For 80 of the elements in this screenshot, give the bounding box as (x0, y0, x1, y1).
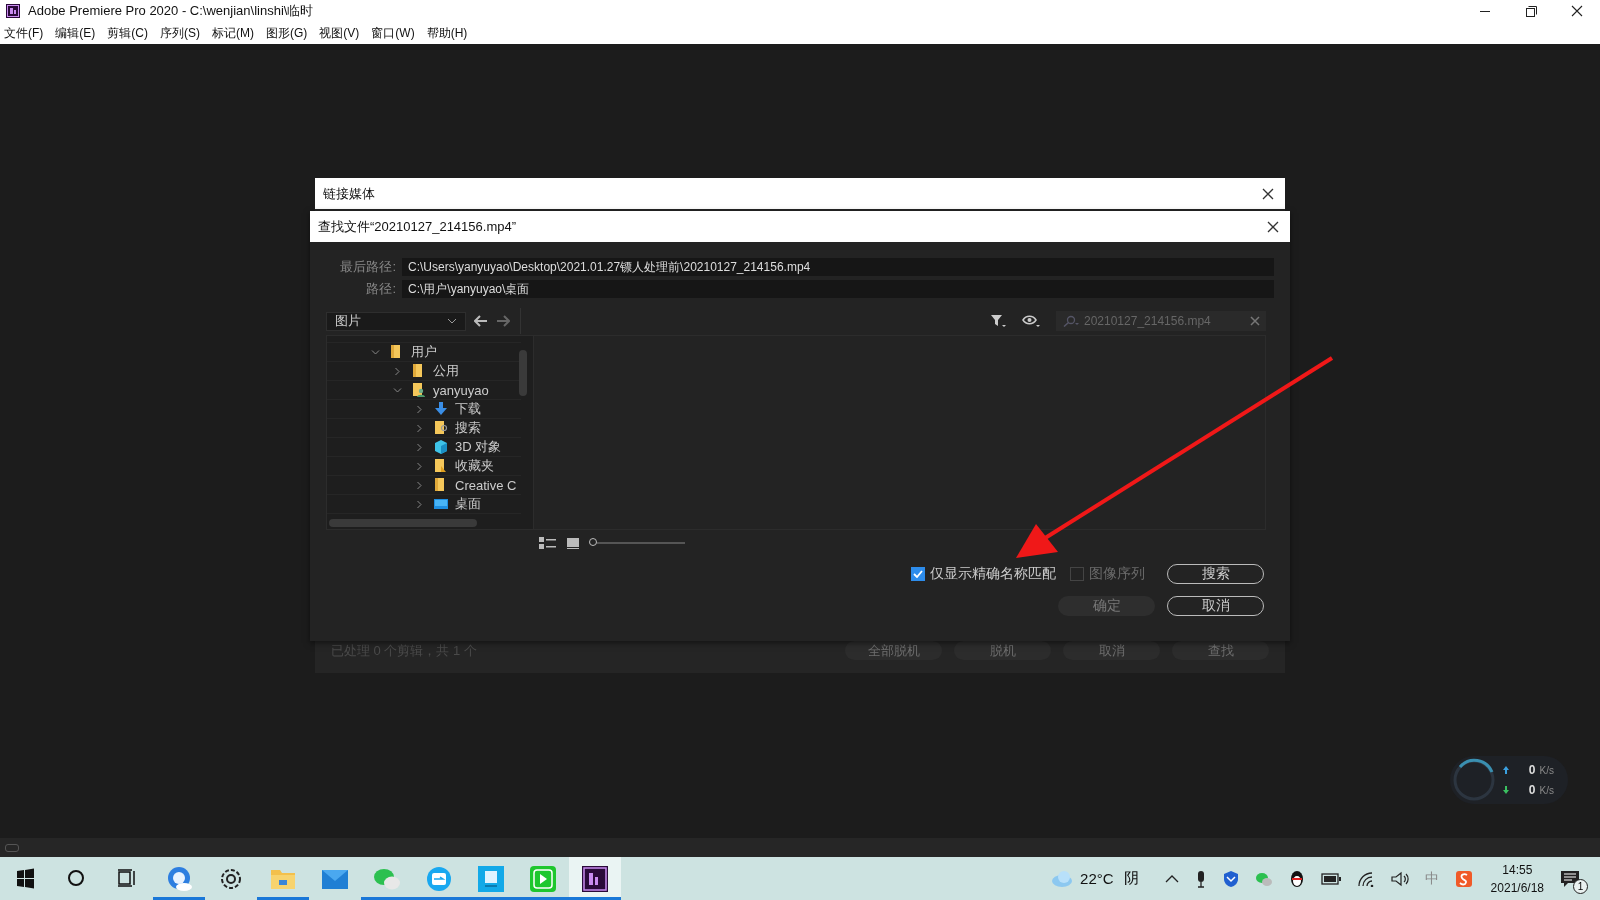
chevron-down-icon (447, 318, 457, 324)
clear-icon[interactable] (1250, 316, 1260, 326)
wifi-icon[interactable] (1356, 870, 1375, 887)
menu-item[interactable]: 视图(V) (319, 24, 360, 42)
weather-text[interactable]: 阴 (1123, 869, 1139, 888)
field-label: 最后路径: (339, 258, 397, 276)
checkbox[interactable] (911, 567, 925, 581)
chevron-right-icon[interactable] (415, 499, 424, 509)
chevron-right-icon[interactable] (415, 423, 424, 433)
notepad-icon (476, 863, 506, 894)
menu-item[interactable]: 标记(M) (212, 24, 254, 42)
temperature-text[interactable]: 22°C (1080, 870, 1114, 887)
penguin-icon[interactable] (1288, 869, 1305, 888)
path-field[interactable]: C:\用户\yanyuyao\桌面 (402, 280, 1274, 298)
clock[interactable]: 14:55 2021/6/18 (1490, 862, 1544, 895)
tree-item[interactable]: 桌面 (327, 495, 521, 514)
cube-icon (433, 439, 449, 455)
search-field[interactable]: 20210127_214156.mp4 (1056, 311, 1266, 331)
window-title: Adobe Premiere Pro 2020 - C:\wenjian\linshi\临时 (28, 2, 314, 20)
tree-item[interactable]: 3D 对象 (327, 438, 521, 457)
thumbnail-view-icon[interactable] (567, 536, 579, 549)
up-arrow-icon (1502, 765, 1510, 775)
chevron-up-icon[interactable] (1164, 873, 1179, 884)
speed-unit: K/s (1539, 764, 1554, 776)
back-arrow-icon[interactable] (474, 315, 488, 327)
notification-icon[interactable] (1560, 869, 1580, 888)
monitor-icon (433, 496, 449, 512)
close-icon[interactable] (1266, 219, 1280, 234)
checkmark-icon (913, 570, 923, 578)
video-player-icon (528, 863, 558, 894)
checkbox-label: 图像序列 (1089, 565, 1145, 583)
taskbar-button[interactable] (569, 857, 621, 900)
shield-icon[interactable] (1222, 869, 1239, 888)
down-arrow-icon (433, 401, 449, 417)
menu-item[interactable]: 帮助(H) (426, 24, 468, 42)
menu-item[interactable]: 序列(S) (160, 24, 200, 42)
dialog-title: 查找文件“20210127_214156.mp4” (318, 217, 516, 236)
tree-item[interactable]: 用户 (327, 343, 521, 362)
menu-item[interactable]: 剪辑(C) (107, 24, 148, 42)
battery-icon[interactable] (1320, 872, 1341, 885)
speed-unit: K/s (1539, 784, 1554, 796)
field-label: 路径: (365, 280, 397, 298)
app-logo-icon (6, 4, 20, 18)
tree-item[interactable]: 下载 (327, 400, 521, 419)
location-dropdown[interactable]: 图片 (326, 311, 466, 331)
chevron-right-icon[interactable] (415, 442, 424, 452)
menu-item[interactable]: 窗口(W) (371, 24, 415, 42)
tree-item[interactable]: 收藏夹 (327, 457, 521, 476)
close-icon[interactable] (1261, 186, 1275, 201)
speed-value: 0 (1528, 783, 1536, 797)
menu-item[interactable]: 编辑(E) (55, 24, 96, 42)
speed-value: 0 (1528, 763, 1536, 777)
scrollbar-thumb[interactable] (519, 350, 527, 396)
chevron-down-icon[interactable] (393, 385, 402, 395)
menu-item[interactable]: 文件(F) (4, 24, 44, 42)
forward-arrow-icon[interactable] (496, 315, 510, 327)
gauge-icon (1452, 758, 1496, 802)
down-arrow-icon (1502, 785, 1510, 795)
folder-icon (433, 420, 449, 436)
chevron-right-icon[interactable] (415, 461, 424, 471)
premiere-app-icon (580, 863, 610, 894)
scrollbar-thumb[interactable] (329, 519, 477, 527)
last-path-field[interactable]: C:\Users\yanyuyao\Desktop\2021.01.27镖人处理前\20210127_214156.mp4 (402, 258, 1274, 276)
chevron-right-icon[interactable] (393, 366, 402, 376)
input-method-icon[interactable] (1454, 869, 1473, 888)
menu-item[interactable]: 图形(G) (266, 24, 308, 42)
chevron-right-icon[interactable] (415, 404, 424, 414)
chevron-down-icon[interactable] (371, 347, 380, 357)
eye-icon[interactable] (1022, 314, 1040, 328)
search-icon (1062, 315, 1080, 327)
list-view-icon[interactable] (539, 536, 557, 549)
speaker-icon[interactable] (1390, 870, 1409, 887)
dialog-title: 链接媒体 (323, 184, 375, 203)
tree-item[interactable]: Creative C (327, 476, 521, 495)
checkbox-label: 仅显示精确名称匹配 (930, 565, 1056, 583)
folder-icon (411, 382, 427, 398)
filter-icon[interactable] (990, 314, 1006, 328)
tree-item[interactable]: 搜索 (327, 419, 521, 438)
folder-icon (433, 458, 449, 474)
chevron-right-icon[interactable] (415, 480, 424, 490)
